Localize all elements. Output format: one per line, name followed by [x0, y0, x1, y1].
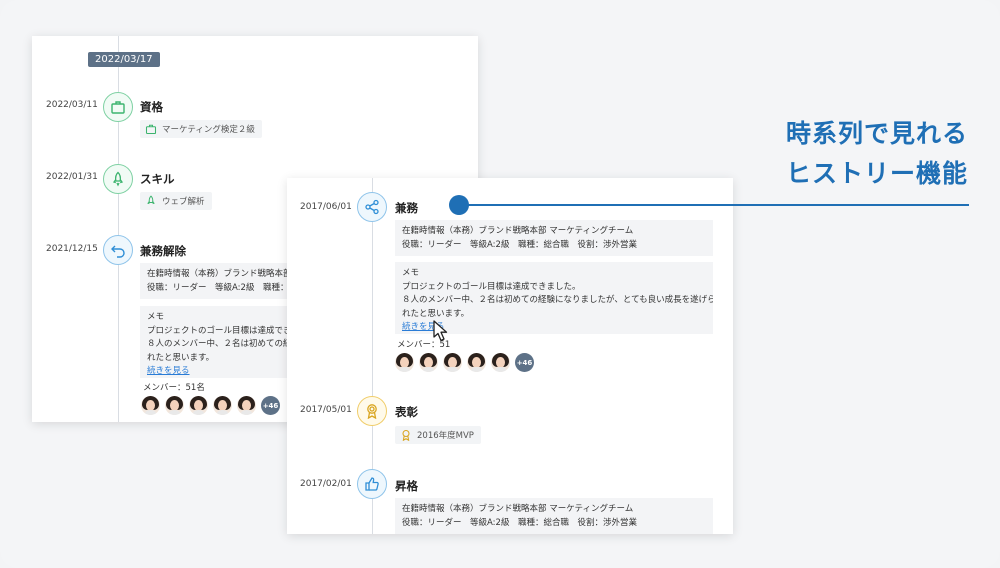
event-title: 昇格: [395, 479, 418, 493]
briefcase-icon: [145, 124, 157, 135]
more-members-badge[interactable]: +46: [515, 353, 534, 372]
medal-icon: [357, 396, 387, 426]
avatar[interactable]: [237, 396, 256, 415]
event-title: スキル: [140, 172, 175, 186]
rocket-icon: [103, 164, 133, 194]
member-avatars: +46: [141, 396, 280, 415]
tag-label: マーケティング検定２級: [162, 125, 255, 135]
avatar[interactable]: [213, 396, 232, 415]
avatar[interactable]: [467, 353, 486, 372]
medal-icon: [402, 429, 410, 441]
memo-line: れたと思います。: [402, 308, 470, 319]
affiliation-line: 在籍時情報（本務）ブランド戦略本部 マーケティングチーム: [402, 226, 634, 236]
award-tag: 2016年度MVP: [395, 426, 481, 444]
pointer-dot: [449, 195, 469, 215]
event-date: 2022/01/31: [46, 172, 98, 182]
feature-headline: 時系列で見れる ヒストリー機能: [786, 114, 968, 194]
tag-label: 2016年度MVP: [417, 431, 474, 441]
stage: 2022/03/17 2022/03/11 資格 マーケティング検定２級 202…: [0, 0, 1000, 568]
avatar[interactable]: [189, 396, 208, 415]
more-members-badge[interactable]: +46: [261, 396, 280, 415]
avatar[interactable]: [491, 353, 510, 372]
memo-line: プロジェクトのゴール目標は達成できました。: [402, 281, 581, 292]
event-date: 2021/12/15: [46, 244, 98, 254]
event-date: 2022/03/11: [46, 100, 98, 110]
avatar[interactable]: [141, 396, 160, 415]
event-title: 兼務: [395, 201, 418, 215]
member-count: メンバー：51名: [143, 383, 205, 393]
briefcase-icon: [103, 92, 133, 122]
mouse-cursor-icon: [433, 320, 448, 342]
event-title: 表彰: [395, 405, 418, 419]
qualification-tag: マーケティング検定２級: [140, 120, 262, 138]
skill-tag: ウェブ解析: [140, 192, 212, 210]
undo-arrow-icon: [103, 235, 133, 265]
headline-line: ヒストリー機能: [785, 159, 968, 188]
history-card-front: 2017/06/01 兼務 在籍時情報（本務）ブランド戦略本部 マーケティングチ…: [287, 178, 733, 534]
memo-label: メモ: [402, 268, 420, 278]
avatar[interactable]: [395, 353, 414, 372]
event-title: 資格: [140, 100, 163, 114]
event-title: 兼務解除: [140, 244, 186, 258]
pointer-line: [459, 204, 969, 206]
affiliation-line: 在籍時情報（本務）ブランド戦略本部 マーケティングチーム: [402, 504, 634, 514]
share-icon: [357, 192, 387, 222]
event-date: 2017/05/01: [300, 405, 352, 415]
affiliation-box: 在籍時情報（本務）ブランド戦略本部 マーケティングチーム 役職：リーダー 等級A…: [395, 498, 713, 534]
memo-line: ８人のメンバー中、２名は初めての経験になりましたが、とても良い成長を遂げら: [402, 295, 713, 305]
avatar[interactable]: [165, 396, 184, 415]
affiliation-line: 役職：リーダー 等級A:2級 職種：総合職 役割：渉外営業: [402, 517, 637, 528]
affiliation-box: 在籍時情報（本務）ブランド戦略本部 マーケティングチーム 役職：リーダー 等級A…: [395, 220, 713, 256]
avatar[interactable]: [419, 353, 438, 372]
thumbs-up-icon: [357, 469, 387, 499]
event-date: 2017/06/01: [300, 202, 352, 212]
avatar[interactable]: [443, 353, 462, 372]
tag-label: ウェブ解析: [162, 197, 205, 207]
affiliation-line: 役職：リーダー 等級A:2級 職種：総合職 役割：渉外営業: [402, 239, 637, 250]
member-avatars: +46: [395, 353, 534, 372]
date-chip: 2022/03/17: [88, 52, 160, 67]
event-date: 2017/02/01: [300, 479, 352, 489]
headline-line: 時系列で見れる: [785, 119, 968, 148]
rocket-icon: [147, 195, 155, 205]
